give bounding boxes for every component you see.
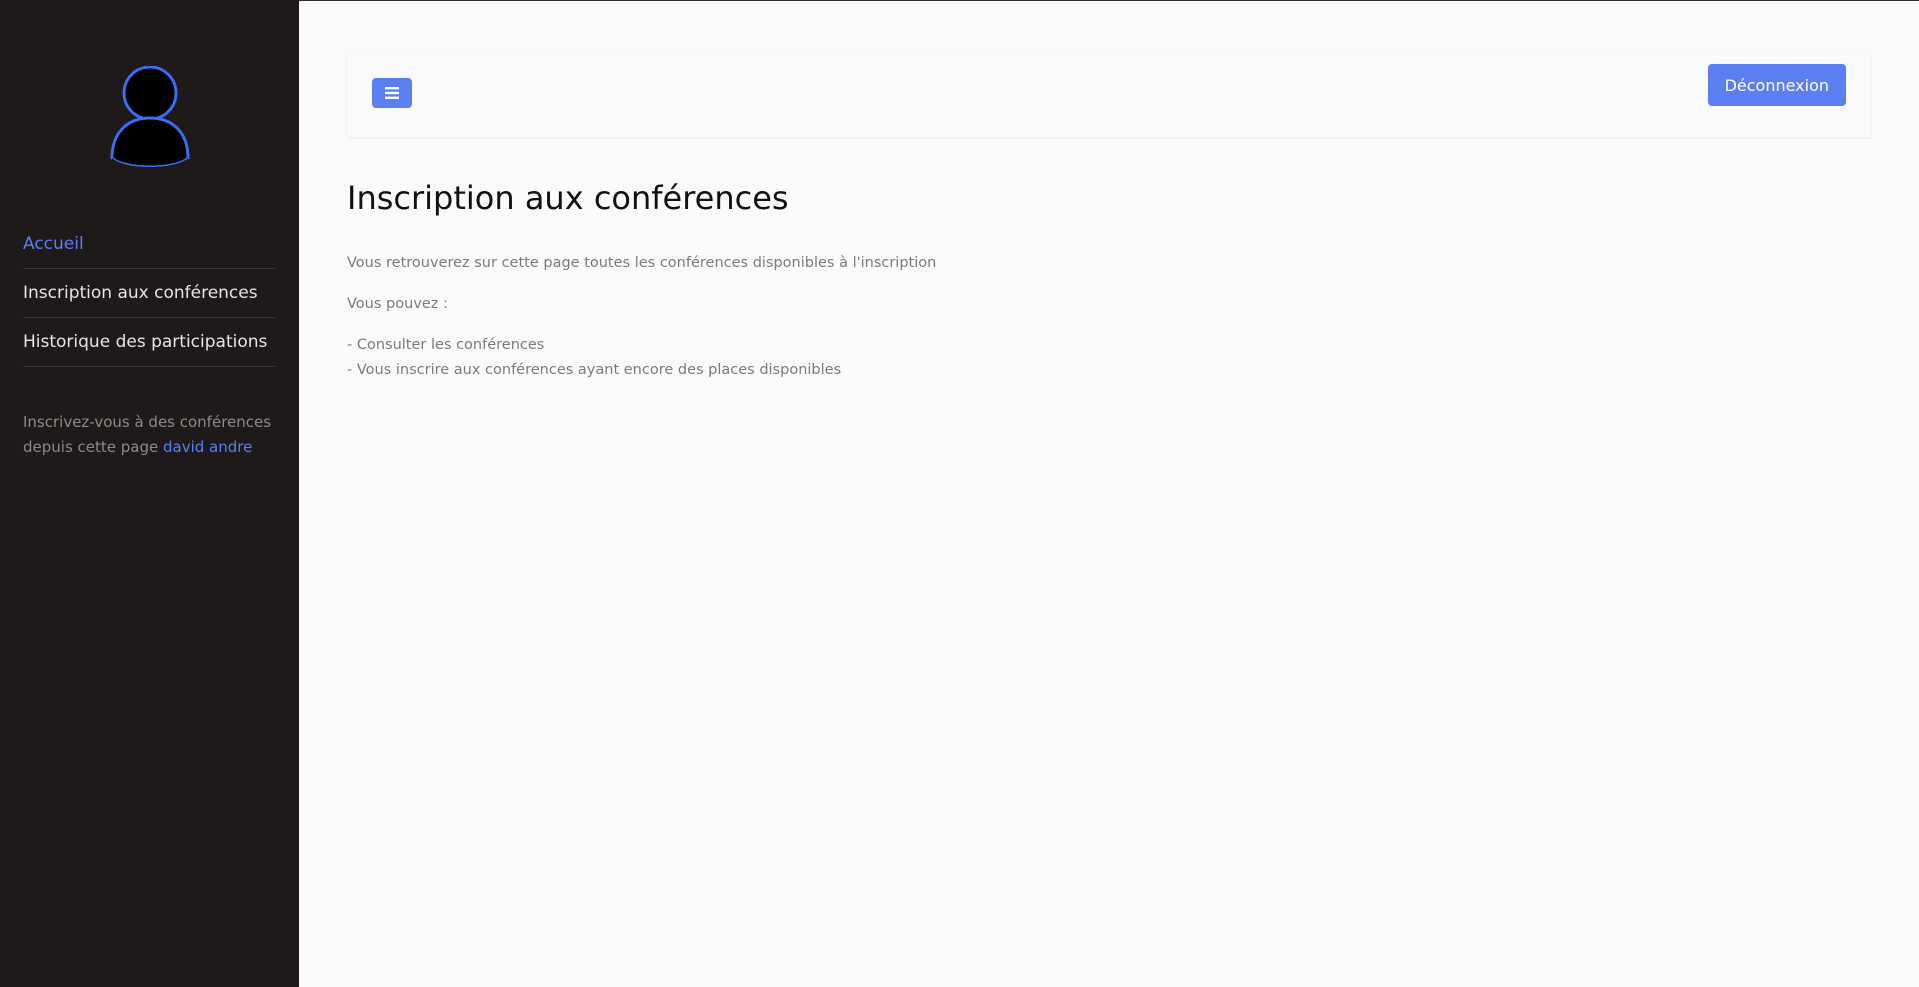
user-avatar-icon [110,66,190,170]
list-item: - Vous inscrire aux conférences ayant en… [347,362,842,378]
sidebar-nav: Accueil Inscription aux conférences Hist… [23,220,275,367]
main-content: Déconnexion Inscription aux conférences … [299,0,1919,987]
sidebar-item-historique[interactable]: Historique des participations [23,318,275,367]
sidebar-toggle-button[interactable] [372,78,412,108]
sidebar-item-inscription[interactable]: Inscription aux conférences [23,269,275,318]
list-item: - Consulter les conférences [347,337,545,353]
sidebar: Accueil Inscription aux conférences Hist… [0,0,299,987]
top-navbar: Déconnexion [347,49,1871,137]
user-name-link[interactable]: david andre [163,438,252,456]
hamburger-icon [385,87,399,99]
sidebar-item-accueil[interactable]: Accueil [23,220,275,269]
logout-button[interactable]: Déconnexion [1707,64,1846,106]
page-title: Inscription aux conférences [347,179,789,217]
page-description: Vous retrouverez sur cette page toutes l… [347,251,1347,383]
intro-text: Vous retrouverez sur cette page toutes l… [347,255,937,271]
can-do-label: Vous pouvez : [347,296,448,312]
sidebar-footer-text: Inscrivez-vous à des conférences depuis … [23,410,275,460]
capabilities-list: - Consulter les conférences - Vous inscr… [347,333,1347,383]
